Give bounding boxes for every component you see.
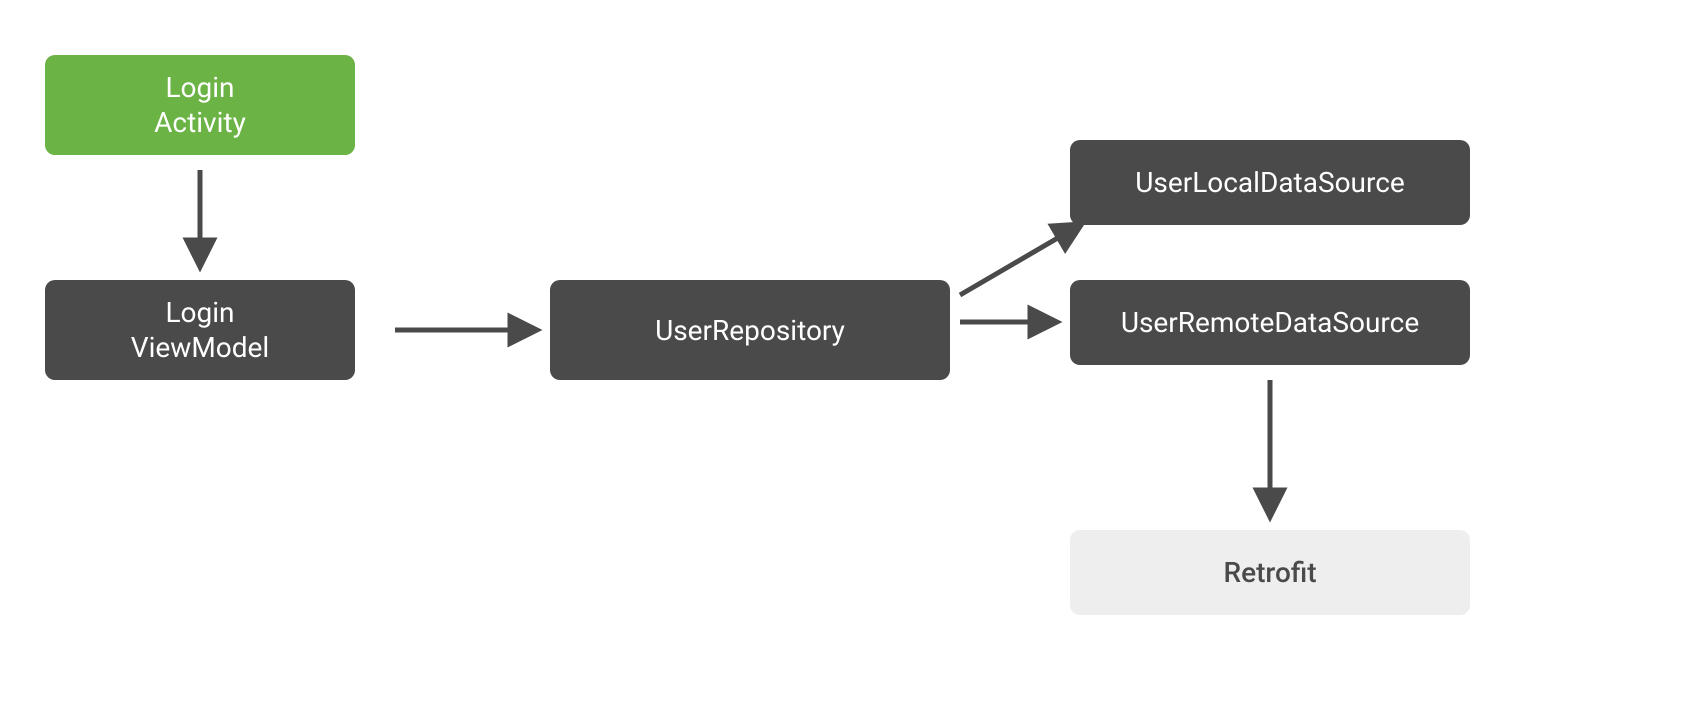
arrow-repository-to-local bbox=[960, 225, 1080, 295]
node-user-remote-label: UserRemoteDataSource bbox=[1121, 305, 1419, 340]
node-login-viewmodel-line2: ViewModel bbox=[131, 331, 269, 364]
node-retrofit: Retrofit bbox=[1070, 530, 1470, 615]
node-login-activity: Login Activity bbox=[45, 55, 355, 155]
node-login-viewmodel-line1: Login bbox=[165, 296, 234, 329]
node-user-repository: UserRepository bbox=[550, 280, 950, 380]
node-login-activity-line1: Login bbox=[165, 71, 234, 104]
node-user-local: UserLocalDataSource bbox=[1070, 140, 1470, 225]
node-login-activity-line2: Activity bbox=[154, 106, 246, 139]
node-user-repository-label: UserRepository bbox=[655, 313, 845, 348]
node-user-remote: UserRemoteDataSource bbox=[1070, 280, 1470, 365]
node-login-viewmodel: Login ViewModel bbox=[45, 280, 355, 380]
node-user-local-label: UserLocalDataSource bbox=[1135, 165, 1404, 200]
node-retrofit-label: Retrofit bbox=[1223, 555, 1316, 590]
